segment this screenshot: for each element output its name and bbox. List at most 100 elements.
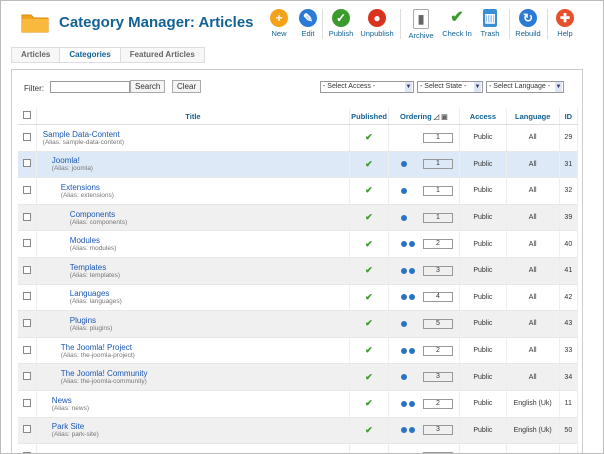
move-up-icon[interactable] xyxy=(400,320,407,327)
order-input[interactable]: 3 xyxy=(422,372,453,383)
select-state[interactable]: - Select State - ▼ xyxy=(417,81,483,93)
row-checkbox[interactable] xyxy=(22,425,31,434)
move-up-icon[interactable] xyxy=(400,374,407,381)
row-checkbox[interactable] xyxy=(22,398,31,407)
category-link[interactable]: Extensions xyxy=(61,183,349,192)
published-check-icon[interactable]: ✔ xyxy=(365,425,373,435)
published-check-icon[interactable]: ✔ xyxy=(365,265,373,275)
order-input[interactable]: 2 xyxy=(422,345,453,356)
table-header-row: Title Published Ordering ◿ ▣ Access Langua… xyxy=(18,108,579,125)
row-checkbox[interactable] xyxy=(22,372,31,381)
move-up-icon[interactable] xyxy=(400,294,407,301)
move-up-icon[interactable] xyxy=(400,400,407,407)
order-input[interactable]: 1 xyxy=(422,132,453,143)
move-up-icon[interactable] xyxy=(400,267,407,274)
select-all-checkbox[interactable] xyxy=(22,111,31,119)
filter-label: Filter: xyxy=(24,84,44,93)
published-check-icon[interactable]: ✔ xyxy=(365,132,373,142)
id-cell: 11 xyxy=(559,390,579,418)
category-link[interactable]: The Joomla! Project xyxy=(61,343,349,352)
published-check-icon[interactable]: ✔ xyxy=(365,398,373,408)
move-down-icon[interactable] xyxy=(408,241,415,248)
header-ordering[interactable]: Ordering ◿ ▣ xyxy=(388,108,460,125)
move-up-icon[interactable] xyxy=(400,427,407,434)
move-down-icon[interactable] xyxy=(408,294,415,301)
category-link[interactable]: Languages xyxy=(70,289,349,298)
category-link[interactable]: The Joomla! Community xyxy=(61,369,349,378)
row-checkbox[interactable] xyxy=(22,345,31,354)
header-access[interactable]: Access xyxy=(459,108,507,125)
order-input[interactable]: 2 xyxy=(422,398,453,409)
move-down-icon[interactable] xyxy=(400,187,407,194)
publish-button[interactable]: ✓ Publish xyxy=(323,9,359,41)
row-checkbox[interactable] xyxy=(22,185,31,194)
tab-articles[interactable]: Articles xyxy=(11,47,60,63)
move-down-icon[interactable] xyxy=(400,214,407,221)
move-down-icon[interactable] xyxy=(408,400,415,407)
archive-button[interactable]: ▮ Archive xyxy=(403,9,439,41)
search-button[interactable]: Search xyxy=(130,80,166,93)
tab-categories[interactable]: Categories xyxy=(59,47,120,63)
move-down-icon[interactable] xyxy=(408,427,415,434)
ordering-cell: 1 xyxy=(388,204,460,232)
category-link[interactable]: Plugins xyxy=(70,316,349,325)
published-check-icon[interactable]: ✔ xyxy=(365,239,373,249)
category-link[interactable]: Sample Data-Content xyxy=(43,130,349,139)
published-check-icon[interactable]: ✔ xyxy=(365,212,373,222)
move-up-icon[interactable] xyxy=(400,241,407,248)
tab-featured-articles[interactable]: Featured Articles xyxy=(119,47,205,63)
ordering-arrows xyxy=(400,187,420,195)
row-select-cell xyxy=(18,443,37,453)
header-language[interactable]: Language xyxy=(506,108,560,125)
row-checkbox[interactable] xyxy=(22,212,31,221)
save-order-icon[interactable]: ▣ xyxy=(441,113,448,121)
title-cell: Extensions (Alias: extensions) xyxy=(36,177,351,205)
published-check-icon[interactable]: ✔ xyxy=(365,318,373,328)
row-checkbox[interactable] xyxy=(22,239,31,248)
published-check-icon[interactable]: ✔ xyxy=(365,372,373,382)
order-input[interactable]: 1 xyxy=(422,212,453,223)
trash-button[interactable]: ▥ Trash xyxy=(472,9,508,41)
filter-search-input[interactable] xyxy=(50,81,130,93)
row-checkbox[interactable] xyxy=(22,132,31,141)
published-check-icon[interactable]: ✔ xyxy=(365,292,373,302)
order-input[interactable]: 3 xyxy=(422,265,453,276)
header-published[interactable]: Published xyxy=(349,108,389,125)
category-link[interactable]: Templates xyxy=(70,263,349,272)
row-checkbox[interactable] xyxy=(22,265,31,274)
move-up-icon[interactable] xyxy=(400,347,407,354)
move-down-icon[interactable] xyxy=(400,161,407,168)
published-check-icon[interactable]: ✔ xyxy=(365,159,373,169)
select-access[interactable]: - Select Access - ▼ xyxy=(320,81,414,93)
check-in-button[interactable]: ✔ Check In xyxy=(439,9,475,41)
order-input[interactable]: 4 xyxy=(422,292,453,303)
category-link[interactable]: Modules xyxy=(70,236,349,245)
rebuild-button[interactable]: ↻ Rebuild xyxy=(510,9,546,41)
edit-button[interactable]: ✎ Edit xyxy=(290,9,326,41)
language-cell: All xyxy=(506,230,560,258)
category-link[interactable]: News xyxy=(52,396,349,405)
category-link[interactable]: Park Site xyxy=(52,422,349,431)
published-check-icon[interactable]: ✔ xyxy=(365,345,373,355)
order-input[interactable]: 3 xyxy=(422,425,453,436)
published-check-icon[interactable]: ✔ xyxy=(365,185,373,195)
help-button[interactable]: ✚ Help xyxy=(547,9,583,41)
clear-button[interactable]: Clear xyxy=(172,80,202,93)
row-checkbox[interactable] xyxy=(22,318,31,327)
unpublish-button[interactable]: ● Unpublish xyxy=(359,9,395,41)
header-title[interactable]: Title xyxy=(36,108,351,125)
category-link[interactable]: Joomla! xyxy=(52,156,349,165)
order-input[interactable]: 5 xyxy=(422,318,453,329)
row-checkbox[interactable] xyxy=(22,159,31,168)
language-cell: All xyxy=(506,124,560,152)
row-checkbox[interactable] xyxy=(22,292,31,301)
move-down-icon[interactable] xyxy=(408,267,415,274)
select-language[interactable]: - Select Language - ▼ xyxy=(486,81,564,93)
order-input[interactable]: 1 xyxy=(422,185,453,196)
move-down-icon[interactable] xyxy=(408,347,415,354)
order-input[interactable]: 1 xyxy=(422,159,453,170)
order-input[interactable]: 2 xyxy=(422,239,453,250)
header-id[interactable]: ID xyxy=(559,108,579,125)
category-link[interactable]: Components xyxy=(70,210,349,219)
published-cell: ✔ xyxy=(349,443,389,453)
